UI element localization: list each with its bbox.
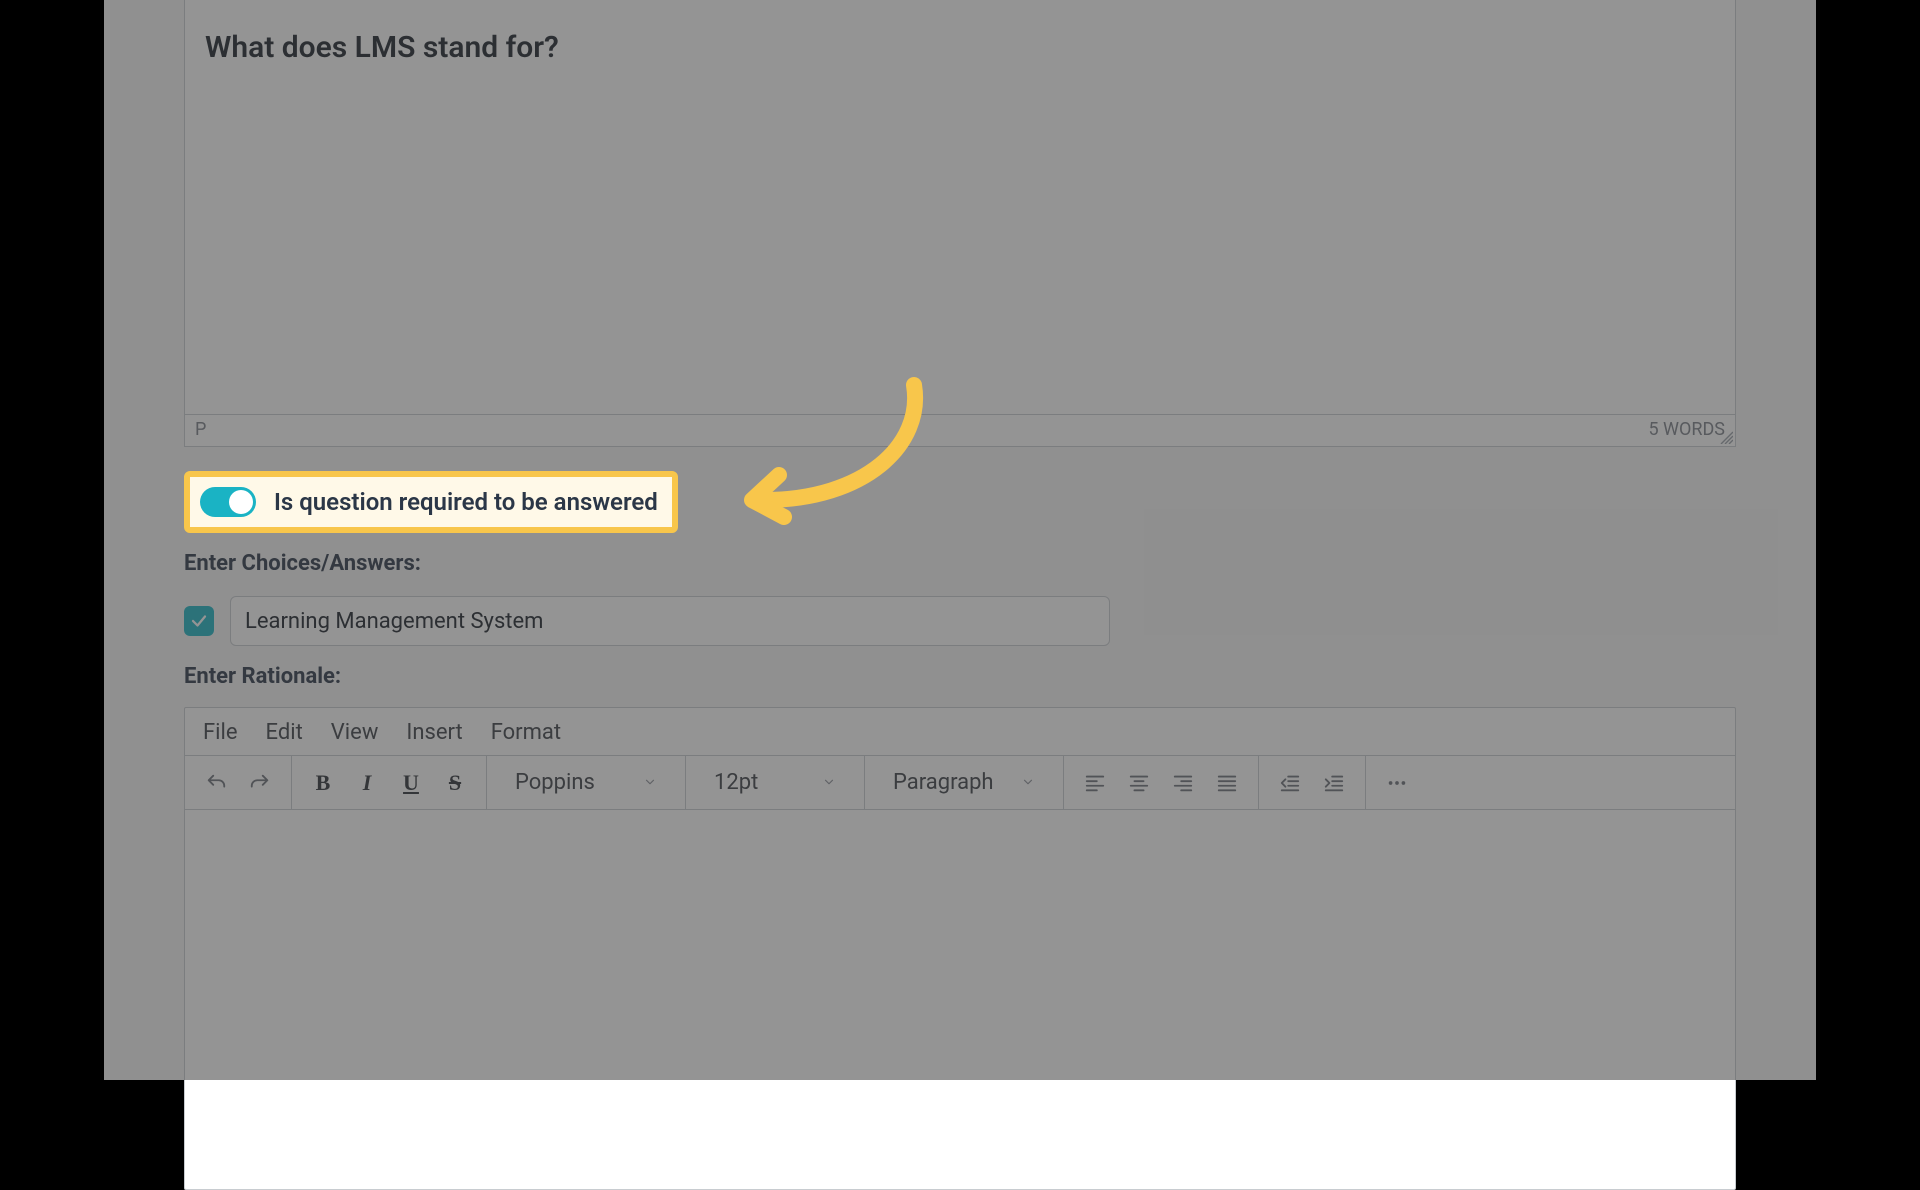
required-toggle-row: Is question required to be answered bbox=[184, 471, 678, 533]
align-center-button[interactable] bbox=[1122, 766, 1156, 800]
question-editor-footer: P 5 WORDS bbox=[185, 414, 1735, 446]
rationale-editor: File Edit View Insert Format B I bbox=[184, 707, 1736, 1190]
strikethrough-button[interactable]: S bbox=[438, 766, 472, 800]
underline-button[interactable]: U bbox=[394, 766, 428, 800]
question-editor: What does LMS stand for? P 5 WORDS bbox=[184, 0, 1736, 447]
chevron-down-icon bbox=[822, 770, 836, 795]
resize-handle-icon[interactable] bbox=[1719, 430, 1733, 444]
block-format-select[interactable]: Paragraph bbox=[879, 770, 1049, 795]
required-toggle[interactable] bbox=[200, 487, 256, 517]
editor-path-indicator: P bbox=[195, 419, 206, 440]
menu-edit[interactable]: Edit bbox=[266, 720, 303, 745]
font-size-select[interactable]: 12pt bbox=[700, 770, 850, 795]
align-right-button[interactable] bbox=[1166, 766, 1200, 800]
choice-input[interactable]: Learning Management System bbox=[230, 596, 1110, 646]
font-family-select[interactable]: Poppins bbox=[501, 770, 671, 795]
menu-file[interactable]: File bbox=[203, 720, 238, 745]
undo-button[interactable] bbox=[199, 766, 233, 800]
chevron-down-icon bbox=[643, 770, 657, 795]
question-editor-body[interactable]: What does LMS stand for? bbox=[185, 0, 1735, 414]
block-format-value: Paragraph bbox=[893, 770, 994, 795]
chevron-down-icon bbox=[1021, 770, 1035, 795]
form-content: What does LMS stand for? P 5 WORDS Is qu… bbox=[184, 0, 1736, 1190]
editor-toolbar: B I U S Poppins 12pt bbox=[185, 755, 1735, 809]
font-family-value: Poppins bbox=[515, 770, 595, 795]
align-left-button[interactable] bbox=[1078, 766, 1112, 800]
indent-button[interactable] bbox=[1317, 766, 1351, 800]
bold-button[interactable]: B bbox=[306, 766, 340, 800]
rationale-editor-body[interactable] bbox=[185, 809, 1735, 1189]
outdent-button[interactable] bbox=[1273, 766, 1307, 800]
rationale-section-label: Enter Rationale: bbox=[184, 664, 1736, 689]
choice-input-value: Learning Management System bbox=[245, 609, 543, 634]
editor-word-count: 5 WORDS bbox=[1648, 419, 1725, 440]
menu-view[interactable]: View bbox=[331, 720, 379, 745]
menu-insert[interactable]: Insert bbox=[406, 720, 462, 745]
editor-menubar: File Edit View Insert Format bbox=[185, 708, 1735, 755]
choice-row: Learning Management System bbox=[184, 596, 1736, 646]
font-size-value: 12pt bbox=[714, 770, 758, 795]
toggle-knob bbox=[229, 490, 253, 514]
align-justify-button[interactable] bbox=[1210, 766, 1244, 800]
menu-format[interactable]: Format bbox=[491, 720, 561, 745]
more-button[interactable] bbox=[1380, 766, 1414, 800]
redo-button[interactable] bbox=[243, 766, 277, 800]
choices-section-label: Enter Choices/Answers: bbox=[184, 551, 1736, 576]
italic-button[interactable]: I bbox=[350, 766, 384, 800]
question-text: What does LMS stand for? bbox=[205, 30, 559, 65]
required-toggle-label: Is question required to be answered bbox=[274, 488, 658, 516]
choice-checkbox[interactable] bbox=[184, 606, 214, 636]
